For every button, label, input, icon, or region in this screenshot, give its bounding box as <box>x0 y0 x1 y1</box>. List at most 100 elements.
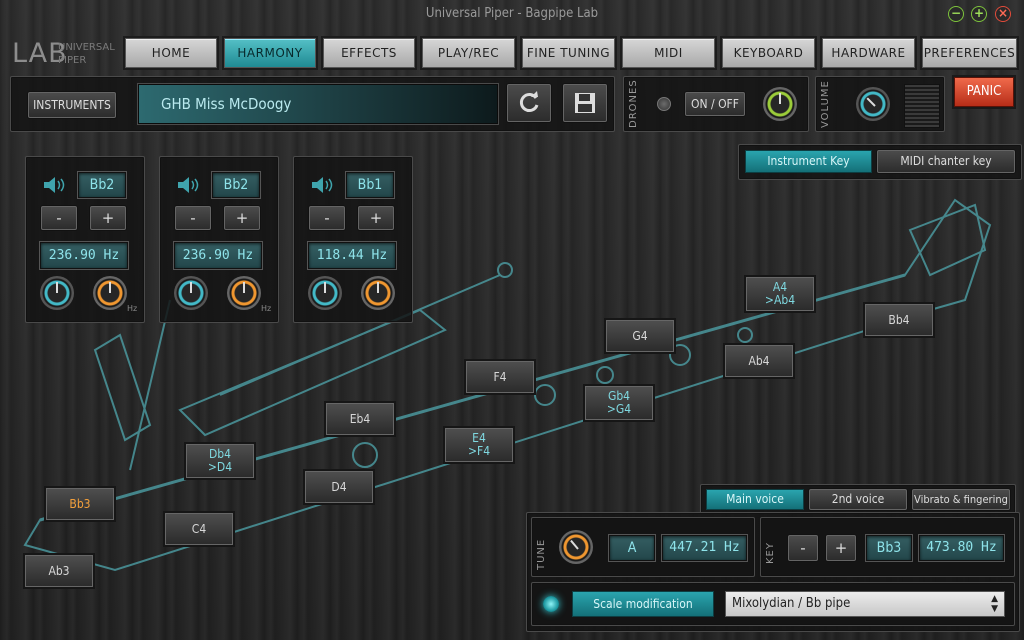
tab-harmony[interactable]: HARMONY <box>224 38 316 68</box>
drone-volume-knob-2[interactable] <box>174 276 208 310</box>
note-sublabel: >G4 <box>606 402 632 416</box>
note-label: Ab4 <box>748 353 770 368</box>
note-label: Bb3 <box>69 496 91 511</box>
chanter-note-a4[interactable]: A4 >Ab4 <box>746 277 814 311</box>
scale-modification-button[interactable]: Scale modification <box>572 591 714 617</box>
speaker-icon[interactable] <box>310 176 336 194</box>
volume-label: VOLUME <box>820 80 831 128</box>
drone-volume-needle-1 <box>56 282 58 293</box>
drone-unit-1: Hz <box>127 304 138 313</box>
scale-select-value: Mixolydian / Bb pipe <box>732 596 851 611</box>
tab-fine-tuning[interactable]: FINE TUNING <box>522 38 615 68</box>
drone-plus-2[interactable]: + <box>224 206 260 230</box>
chanter-note-ab4[interactable]: Ab4 <box>725 345 793 377</box>
updown-arrows-icon: ▲ ▼ <box>991 594 998 614</box>
drone-tune-knob-2[interactable] <box>227 276 261 310</box>
tune-knob[interactable] <box>559 530 593 564</box>
drone-plus-1[interactable]: + <box>90 206 126 230</box>
instrument-key-button[interactable]: Instrument Key <box>745 150 872 173</box>
chanter-note-bb3[interactable]: Bb3 <box>46 488 114 520</box>
chanter-note-gb4[interactable]: Gb4 >G4 <box>585 386 653 420</box>
instruments-button[interactable]: INSTRUMENTS <box>28 92 116 118</box>
note-label: Eb4 <box>349 411 371 426</box>
note-label: G4 <box>632 328 648 343</box>
scale-select[interactable]: Mixolydian / Bb pipe ▲ ▼ <box>725 591 1005 617</box>
drone-unit-2: Hz <box>261 304 272 313</box>
tab-play-rec[interactable]: PLAY/REC <box>422 38 515 68</box>
volume-knob-needle <box>866 97 876 107</box>
save-button[interactable] <box>563 84 607 122</box>
drone-minus-2[interactable]: - <box>175 206 211 230</box>
window-title: Universal Piper - Bagpipe Lab <box>425 6 599 21</box>
drones-knob[interactable] <box>763 87 797 121</box>
scale-led <box>543 596 559 612</box>
drone-tune-needle-2 <box>243 282 245 293</box>
drone-tune-knob-1[interactable] <box>93 276 127 310</box>
save-icon <box>575 93 595 113</box>
drone-tune-needle-3 <box>377 282 379 293</box>
refresh-icon <box>519 91 539 112</box>
drone-tune-needle-1 <box>109 282 111 293</box>
drones-knob-needle <box>779 93 781 104</box>
drone-freq-1: 236.90 Hz <box>40 242 128 269</box>
tab-preferences[interactable]: PREFERENCES <box>922 38 1017 68</box>
chanter-note-eb4[interactable]: Eb4 <box>326 403 394 435</box>
drone-plus-3[interactable]: + <box>358 206 394 230</box>
drone-tune-knob-3[interactable] <box>361 276 395 310</box>
close-icon[interactable]: × <box>995 6 1011 22</box>
logo-sub: UNIVERSAL PIPER <box>58 41 115 67</box>
tab-vibrato-fingering[interactable]: Vibrato & fingering <box>912 489 1010 510</box>
midi-chanter-key-button[interactable]: MIDI chanter key <box>877 150 1015 173</box>
tune-knob-needle <box>570 539 579 550</box>
drone-note-3[interactable]: Bb1 <box>346 172 394 198</box>
volume-knob[interactable] <box>856 87 890 121</box>
tab-keyboard[interactable]: KEYBOARD <box>722 38 815 68</box>
maximize-icon[interactable]: + <box>971 6 987 22</box>
minimize-icon[interactable]: − <box>948 6 964 22</box>
speaker-icon[interactable] <box>42 176 68 194</box>
drones-led <box>657 97 671 111</box>
note-sublabel: >D4 <box>207 460 233 474</box>
chanter-note-f4[interactable]: F4 <box>466 361 534 393</box>
note-label: F4 <box>493 369 507 384</box>
chanter-note-e4[interactable]: E4 >F4 <box>445 428 513 462</box>
speaker-icon[interactable] <box>176 176 202 194</box>
chanter-note-bb4[interactable]: Bb4 <box>865 304 933 336</box>
drone-volume-knob-3[interactable] <box>308 276 342 310</box>
drone-volume-needle-3 <box>324 282 326 293</box>
logo-line1: UNIVERSAL <box>58 42 115 53</box>
drone-volume-knob-1[interactable] <box>40 276 74 310</box>
chanter-note-c4[interactable]: C4 <box>165 513 233 545</box>
tab-hardware[interactable]: HARDWARE <box>822 38 915 68</box>
note-sublabel: >Ab4 <box>764 293 796 307</box>
drone-note-1[interactable]: Bb2 <box>78 172 126 198</box>
panic-button[interactable]: PANIC <box>954 77 1014 107</box>
tune-note-display[interactable]: A <box>609 535 655 561</box>
note-label: C4 <box>191 521 207 536</box>
drones-toggle-button[interactable]: ON / OFF <box>685 92 745 116</box>
key-plus-button[interactable]: + <box>826 535 856 561</box>
key-freq-display: 473.80 Hz <box>919 535 1004 561</box>
drone-note-2[interactable]: Bb2 <box>212 172 260 198</box>
chanter-note-g4[interactable]: G4 <box>606 320 674 352</box>
drones-label: DRONES <box>628 79 639 128</box>
tab-effects[interactable]: EFFECTS <box>323 38 415 68</box>
chanter-note-ab3[interactable]: Ab3 <box>25 555 93 587</box>
tab-main-voice[interactable]: Main voice <box>706 489 804 510</box>
chanter-note-d4[interactable]: D4 <box>305 471 373 503</box>
chanter-note-db4[interactable]: Db4 >D4 <box>186 444 254 478</box>
tab-midi[interactable]: MIDI <box>622 38 715 68</box>
tab-2nd-voice[interactable]: 2nd voice <box>809 489 907 510</box>
note-label: Ab3 <box>48 563 70 578</box>
tune-freq-display: 447.21 Hz <box>662 535 747 561</box>
logo-line2: PIPER <box>58 55 87 66</box>
instrument-name-display: GHB Miss McDoogy <box>138 84 498 124</box>
drone-minus-1[interactable]: - <box>41 206 77 230</box>
drone-minus-3[interactable]: - <box>309 206 345 230</box>
key-note-display[interactable]: Bb3 <box>866 535 912 561</box>
volume-meter <box>904 84 940 128</box>
drone-volume-needle-2 <box>190 282 192 293</box>
tab-home[interactable]: HOME <box>125 38 217 68</box>
key-minus-button[interactable]: - <box>788 535 818 561</box>
reload-button[interactable] <box>507 84 551 122</box>
